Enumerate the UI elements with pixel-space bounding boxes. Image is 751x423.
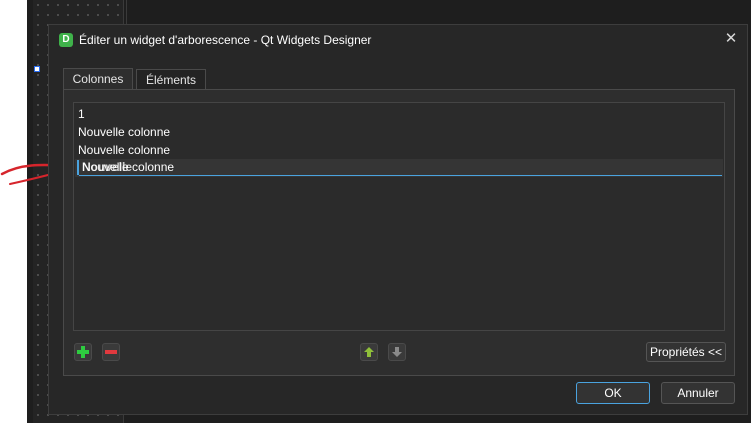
tab-elements[interactable]: Éléments [136, 69, 206, 90]
arrow-down-icon [392, 347, 402, 357]
text-cursor [77, 160, 79, 175]
list-item[interactable]: Nouvelle colonne [77, 123, 718, 141]
add-column-button[interactable] [74, 343, 92, 361]
edit-tree-widget-dialog: D Éditer un widget d'arborescence - Qt W… [48, 24, 748, 415]
move-down-button[interactable] [388, 343, 406, 361]
qt-designer-app-icon: D [59, 33, 73, 47]
remove-column-button[interactable] [102, 343, 120, 361]
dialog-title: Éditer un widget d'arborescence - Qt Wid… [79, 33, 372, 47]
list-item[interactable]: Nouvelle colonne [77, 141, 718, 159]
plus-icon [77, 346, 89, 358]
ok-button[interactable]: OK [576, 382, 650, 404]
drag-ghost-text: Nouvelle [82, 160, 133, 174]
properties-toggle-button[interactable]: Propriétés << [646, 342, 726, 362]
columns-tab-panel: 1 Nouvelle colonne Nouvelle colonne Nouv… [63, 89, 735, 376]
columns-list[interactable]: 1 Nouvelle colonne Nouvelle colonne Nouv… [73, 102, 725, 331]
move-up-button[interactable] [360, 343, 378, 361]
close-button[interactable]: ✕ [723, 31, 739, 47]
title-bar: D Éditer un widget d'arborescence - Qt W… [49, 25, 747, 55]
cancel-button[interactable]: Annuler [661, 382, 735, 404]
column-name-edit-field[interactable]: Nouvelle colonne Nouvelle [77, 159, 722, 176]
tab-colonnes[interactable]: Colonnes [63, 68, 133, 90]
list-item[interactable]: 1 [77, 105, 718, 123]
list-item-editing: Nouvelle colonne Nouvelle [75, 159, 723, 177]
minus-icon [105, 350, 117, 354]
arrow-up-icon [364, 347, 374, 357]
selection-handle[interactable] [34, 66, 40, 72]
